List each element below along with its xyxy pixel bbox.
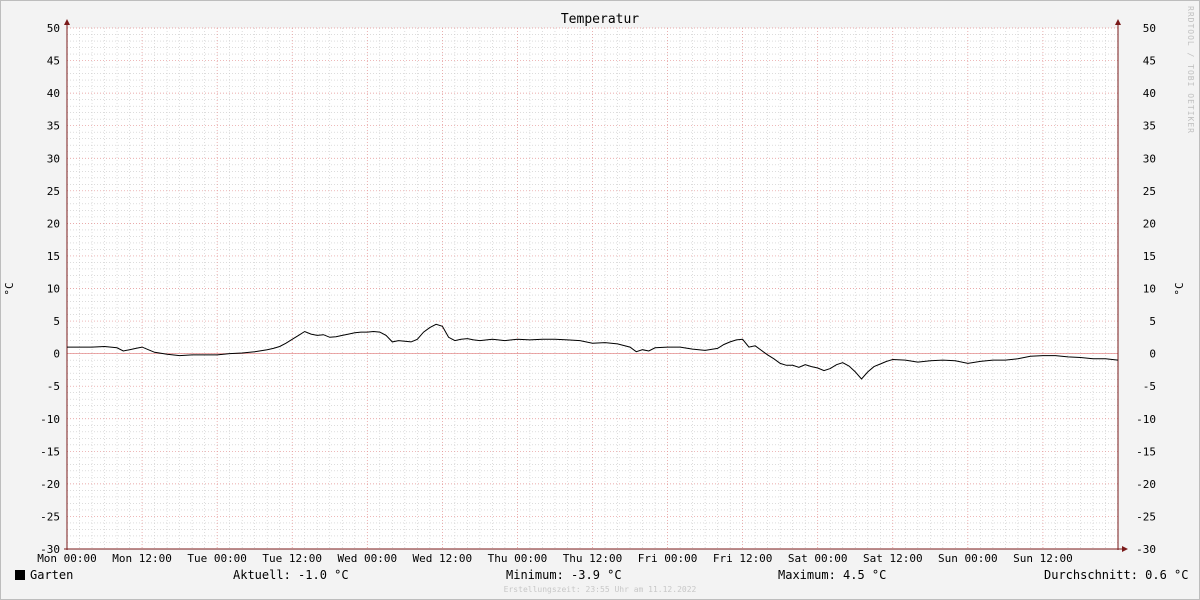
x-tick-label: Tue 00:00 — [187, 552, 247, 565]
y-tick-label: -20 — [1136, 478, 1156, 491]
x-tick-label: Tue 12:00 — [262, 552, 322, 565]
y-tick-label: -30 — [1136, 543, 1156, 556]
y-axis-label-right: °C — [1173, 282, 1186, 295]
x-tick-label: Mon 12:00 — [112, 552, 172, 565]
legend-average: Durchschnitt: 0.6 °C — [1044, 568, 1189, 582]
y-tick-label: -15 — [40, 445, 60, 458]
y-tick-label: 10 — [47, 283, 60, 296]
legend-minimum: Minimum: -3.9 °C — [506, 568, 622, 582]
temperature-chart: 50454035302520151050-5-10-15-20-25-30 50… — [3, 12, 1186, 565]
y-tick-label: 15 — [47, 250, 60, 263]
y-tick-label: 40 — [47, 87, 60, 100]
legend-maximum: Maximum: 4.5 °C — [778, 568, 887, 582]
y-tick-label: 5 — [1149, 315, 1156, 328]
y-tick-label: 15 — [1143, 250, 1156, 263]
y-tick-label: -5 — [47, 380, 60, 393]
x-tick-label: Sat 00:00 — [788, 552, 848, 565]
x-axis-arrow — [1122, 546, 1128, 552]
y-tick-labels-left: 50454035302520151050-5-10-15-20-25-30 — [40, 22, 60, 556]
y-tick-label: 20 — [1143, 217, 1156, 230]
x-tick-label: Wed 00:00 — [337, 552, 397, 565]
y-axis-arrow-left — [64, 19, 70, 25]
x-tick-label: Fri 12:00 — [713, 552, 773, 565]
y-tick-label: -10 — [40, 413, 60, 426]
x-tick-labels: Mon 00:00 Mon 12:00 Tue 00:00 Tue 12:00 Wed … — [37, 552, 1073, 565]
y-tick-label: 0 — [53, 348, 60, 361]
chart-title: Temperatur — [561, 12, 639, 27]
y-tick-label: 35 — [1143, 120, 1156, 133]
legend-current: Aktuell: -1.0 °C — [233, 568, 349, 582]
x-tick-label: Wed 12:00 — [413, 552, 473, 565]
y-tick-label: 30 — [1143, 152, 1156, 165]
x-tick-label: Mon 00:00 — [37, 552, 97, 565]
y-tick-label: 40 — [1143, 87, 1156, 100]
y-tick-label: -20 — [40, 478, 60, 491]
y-tick-label: -10 — [1136, 413, 1156, 426]
legend-swatch-garten — [15, 570, 25, 580]
x-tick-label: Thu 00:00 — [488, 552, 548, 565]
creation-time-footer: Erstellungszeit: 23:55 Uhr am 11.12.2022 — [503, 585, 697, 594]
y-tick-label: 20 — [47, 217, 60, 230]
y-axis-arrow-right — [1115, 19, 1121, 25]
y-tick-labels-right: 50454035302520151050-5-10-15-20-25-30 — [1136, 22, 1156, 556]
y-tick-label: 45 — [47, 55, 60, 68]
y-tick-label: -25 — [40, 510, 60, 523]
y-tick-label: 25 — [47, 185, 60, 198]
y-tick-label: 50 — [47, 22, 60, 35]
y-tick-label: 25 — [1143, 185, 1156, 198]
y-axis-label-left: °C — [3, 282, 16, 295]
y-tick-label: 30 — [47, 152, 60, 165]
y-tick-label: -15 — [1136, 445, 1156, 458]
x-tick-label: Fri 00:00 — [638, 552, 698, 565]
y-tick-label: 35 — [47, 120, 60, 133]
y-tick-label: 50 — [1143, 22, 1156, 35]
y-tick-label: 10 — [1143, 283, 1156, 296]
legend-series-label: Garten — [30, 568, 74, 582]
x-tick-label: Sun 12:00 — [1013, 552, 1073, 565]
y-tick-label: 5 — [53, 315, 60, 328]
y-tick-label: -25 — [1136, 510, 1156, 523]
y-tick-label: 0 — [1149, 348, 1156, 361]
x-tick-label: Sat 12:00 — [863, 552, 923, 565]
y-tick-label: 45 — [1143, 55, 1156, 68]
rrdtool-watermark: RRDTOOL / TOBI OETIKER — [1186, 6, 1195, 134]
x-tick-label: Sun 00:00 — [938, 552, 998, 565]
x-tick-label: Thu 12:00 — [563, 552, 623, 565]
y-tick-label: -5 — [1143, 380, 1156, 393]
